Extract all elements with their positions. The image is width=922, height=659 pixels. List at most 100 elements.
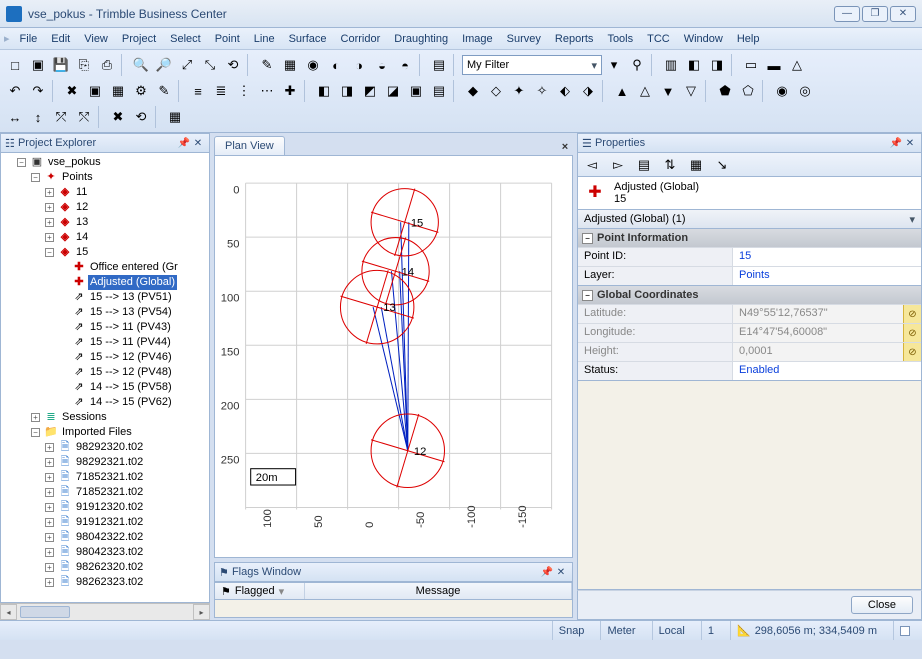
nav-fwd-icon[interactable]: ▻ (608, 155, 628, 175)
maximize-button[interactable]: ❐ (862, 6, 888, 22)
filter-combobox[interactable]: My Filter▾ (462, 55, 602, 75)
expander-icon[interactable]: + (45, 233, 54, 242)
toolbar-button[interactable]: ⚙ (130, 80, 152, 102)
toolbar-button[interactable]: ⋯ (256, 80, 278, 102)
nav-back-icon[interactable]: ◅ (582, 155, 602, 175)
col-flagged[interactable]: ⚑ Flagged▾ (215, 583, 305, 599)
toolbar-button[interactable]: ▦ (107, 80, 129, 102)
toolbar-button[interactable]: ✎ (153, 80, 175, 102)
toolbar-button[interactable]: ◓ (394, 54, 416, 76)
toolbar-button[interactable]: ⤡ (199, 54, 221, 76)
toolbar-button[interactable]: ▣ (405, 80, 427, 102)
tree-sessions[interactable]: + ≣ Sessions (31, 410, 207, 425)
toolbar-button[interactable]: 🔎 (153, 54, 175, 76)
expander-icon[interactable]: + (31, 413, 40, 422)
horizontal-scrollbar[interactable]: ◂ ▸ (0, 603, 210, 620)
toolbar-button[interactable]: ◧ (313, 80, 335, 102)
menu-point[interactable]: Point (209, 31, 246, 47)
tree-imported[interactable]: − 📁 Imported Files (31, 425, 207, 440)
status-snap[interactable]: Snap (552, 621, 591, 640)
toolbar-button[interactable]: ⤲ (73, 106, 95, 128)
toolbar-button[interactable]: ⋮ (233, 80, 255, 102)
tree-file[interactable]: +🗎98292320.t02 (45, 440, 207, 455)
menu-line[interactable]: Line (248, 31, 281, 47)
tree-file[interactable]: +🗎91912321.t02 (45, 515, 207, 530)
toolbar-button[interactable]: ◨ (706, 54, 728, 76)
tree-points[interactable]: − ✦ Points (31, 170, 207, 185)
toolbar-button[interactable]: ▦ (164, 106, 186, 128)
toolbar-button[interactable]: ⬟ (714, 80, 736, 102)
lock-icon[interactable]: ⊘ (903, 305, 921, 323)
tree-point[interactable]: +◈13 (45, 215, 207, 230)
tree-file[interactable]: +🗎98262320.t02 (45, 560, 207, 575)
menu-project[interactable]: Project (116, 31, 162, 47)
layer-field[interactable]: Points (733, 267, 921, 285)
toolbar-button[interactable]: ✚ (279, 80, 301, 102)
expand-icon[interactable]: ↘ (712, 155, 732, 175)
toolbar-button[interactable]: ↕ (27, 106, 49, 128)
toolbar-button[interactable]: ⎘ (73, 54, 95, 76)
expander-icon[interactable]: + (45, 203, 54, 212)
toolbar-button[interactable]: ◧ (683, 54, 705, 76)
menu-surface[interactable]: Surface (283, 31, 333, 47)
toolbar-button[interactable]: ▭ (740, 54, 762, 76)
toolbar-button[interactable]: ▽ (680, 80, 702, 102)
tree-item[interactable]: ✚Adjusted (Global) (59, 275, 207, 290)
close-window-button[interactable]: ✕ (890, 6, 916, 22)
expander-icon[interactable]: − (45, 248, 54, 257)
toolbar-button[interactable]: ⤱ (50, 106, 72, 128)
status-field[interactable]: Enabled (733, 362, 921, 380)
expander-icon[interactable]: − (31, 173, 40, 182)
toolbar-button[interactable]: △ (634, 80, 656, 102)
toolbar-button[interactable]: ▤ (428, 54, 450, 76)
expander-icon[interactable]: + (45, 458, 54, 467)
expander-icon[interactable]: + (45, 488, 54, 497)
toolbar-button[interactable]: ⬗ (577, 80, 599, 102)
toolbar-button[interactable]: ⟲ (222, 54, 244, 76)
expander-icon[interactable]: + (45, 443, 54, 452)
toolbar-button[interactable]: ◐ (325, 54, 347, 76)
expander-icon[interactable]: + (45, 533, 54, 542)
categorize-icon[interactable]: ▤ (634, 155, 654, 175)
toolbar-button[interactable]: ◨ (336, 80, 358, 102)
menu-corridor[interactable]: Corridor (335, 31, 387, 47)
toolbar-button[interactable]: ▼ (657, 80, 679, 102)
tree-item[interactable]: ⇗14 --> 15 (PV62) (59, 395, 207, 410)
tree-item[interactable]: ✚Office entered (Gr (59, 260, 207, 275)
menu-view[interactable]: View (78, 31, 114, 47)
tree-file[interactable]: +🗎98292321.t02 (45, 455, 207, 470)
plan-view-canvas[interactable]: 050100150200250100500-50-100-15015141312… (214, 155, 573, 558)
toolbar-button[interactable]: ✖ (61, 80, 83, 102)
menu-select[interactable]: Select (164, 31, 207, 47)
toolbar-button[interactable]: △ (786, 54, 808, 76)
expander-icon[interactable]: + (45, 473, 54, 482)
selection-dropdown[interactable]: Adjusted (Global) (1)▾ (577, 209, 922, 229)
expander-icon[interactable]: + (45, 188, 54, 197)
close-tab-icon[interactable]: × (557, 139, 573, 155)
collapse-icon[interactable]: − (582, 290, 593, 301)
tree-item[interactable]: ⇗15 --> 12 (PV48) (59, 365, 207, 380)
toolbar-button[interactable]: ✖ (107, 106, 129, 128)
toolbar-button[interactable]: ↔ (4, 106, 26, 128)
menu-tcc[interactable]: TCC (641, 31, 676, 47)
menu-reports[interactable]: Reports (549, 31, 600, 47)
tree-file[interactable]: +🗎98042322.t02 (45, 530, 207, 545)
tree-file[interactable]: +🗎98042323.t02 (45, 545, 207, 560)
close-icon[interactable]: ✕ (191, 136, 205, 150)
collapse-icon[interactable]: − (582, 233, 593, 244)
menu-edit[interactable]: Edit (45, 31, 76, 47)
toolbar-button[interactable]: ▾ (603, 54, 625, 76)
menu-tools[interactable]: Tools (601, 31, 639, 47)
toolbar-button[interactable]: ▣ (27, 54, 49, 76)
toolbar-button[interactable]: ⬠ (737, 80, 759, 102)
point-id-field[interactable]: 15 (733, 248, 921, 266)
status-checkbox[interactable] (900, 626, 910, 636)
tree-root[interactable]: − ▣ vse_pokus (17, 155, 207, 170)
expander-icon[interactable]: − (17, 158, 26, 167)
expander-icon[interactable]: + (45, 548, 54, 557)
pin-icon[interactable]: 📌 (889, 136, 903, 150)
lock-icon[interactable]: ⊘ (903, 343, 921, 361)
toolbar-button[interactable]: ◩ (359, 80, 381, 102)
tree-item[interactable]: ⇗15 --> 11 (PV43) (59, 320, 207, 335)
close-button[interactable]: Close (851, 596, 913, 614)
